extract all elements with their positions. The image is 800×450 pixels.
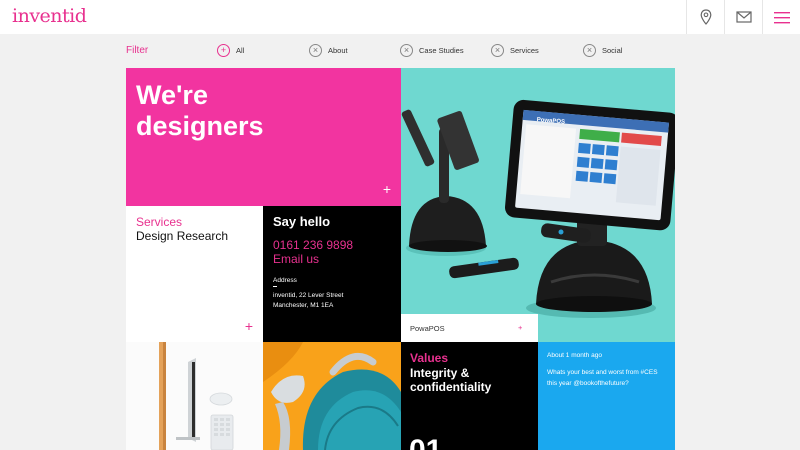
desk-photo — [126, 342, 263, 450]
services-category: Services — [136, 215, 183, 229]
values-category: Values — [410, 351, 449, 365]
site-header: inventid — [0, 0, 800, 34]
values-title: Integrity & confidentiality — [410, 366, 491, 394]
contact-button[interactable] — [724, 0, 762, 34]
values-title-line2: confidentiality — [410, 380, 492, 394]
close-icon: × — [491, 44, 504, 57]
pos-caption: PowaPOS + — [401, 314, 538, 342]
filter-about-label: About — [328, 46, 348, 55]
plus-icon: + — [217, 44, 230, 57]
chair-photo — [263, 342, 401, 450]
tile-powapos[interactable]: PowaPOS PowaPOS + — [401, 68, 675, 342]
email-link[interactable]: Email us — [273, 252, 319, 266]
tile-desk-image[interactable] — [126, 342, 263, 450]
values-title-line1: Integrity & — [410, 366, 470, 380]
tile-tweet[interactable]: About 1 month ago Whats your best and wo… — [538, 342, 675, 450]
tile-services[interactable]: Services Design Research + — [126, 206, 263, 342]
location-icon — [700, 9, 711, 25]
menu-button[interactable] — [762, 0, 800, 34]
close-icon: × — [400, 44, 413, 57]
filter-all[interactable]: + All — [217, 43, 244, 58]
tile-designers[interactable]: We're designers + — [126, 68, 401, 206]
filter-services[interactable]: × Services — [491, 43, 539, 58]
envelope-icon — [735, 11, 752, 23]
address-label: Address — [273, 277, 297, 284]
menu-icon — [773, 11, 790, 23]
services-title: Design Research — [136, 229, 229, 243]
address-divider — [273, 286, 277, 287]
plus-icon[interactable]: + — [245, 319, 253, 333]
phone-link[interactable]: 0161 236 9898 — [273, 238, 353, 252]
tile-chair-image[interactable] — [263, 342, 401, 450]
pos-product-image: PowaPOS — [401, 99, 675, 318]
filter-all-label: All — [236, 46, 245, 55]
tile-values[interactable]: Values Integrity & confidentiality 01 — [401, 342, 538, 450]
pos-caption-text: PowaPOS — [410, 324, 445, 333]
logo[interactable]: inventid — [12, 5, 87, 27]
filter-case-studies-label: Case Studies — [419, 46, 464, 55]
designers-heading-line2: designers — [136, 111, 264, 141]
filter-label: Filter — [126, 45, 149, 56]
designers-heading: We're designers — [136, 80, 264, 142]
filter-about[interactable]: × About — [309, 43, 348, 58]
filter-social[interactable]: × Social — [583, 43, 622, 58]
close-icon: × — [583, 44, 596, 57]
plus-icon[interactable]: + — [518, 321, 522, 335]
filter-services-label: Services — [510, 46, 539, 55]
tweet-text: Whats your best and worst from #CES this… — [547, 369, 658, 387]
filter-case-studies[interactable]: × Case Studies — [400, 43, 464, 58]
address-line2: Manchester, M1 1EA — [273, 302, 334, 309]
tile-contact: Say hello 0161 236 9898 Email us Address… — [263, 206, 401, 342]
location-button[interactable] — [686, 0, 724, 34]
tweet-meta: About 1 month ago — [547, 352, 602, 359]
values-number: 01 — [409, 434, 442, 450]
address-line1: inventid, 22 Lever Street — [273, 292, 344, 299]
designers-heading-line1: We're — [136, 80, 208, 110]
close-icon: × — [309, 44, 322, 57]
plus-icon[interactable]: + — [383, 182, 391, 196]
filter-social-label: Social — [602, 46, 623, 55]
contact-heading: Say hello — [273, 214, 331, 229]
